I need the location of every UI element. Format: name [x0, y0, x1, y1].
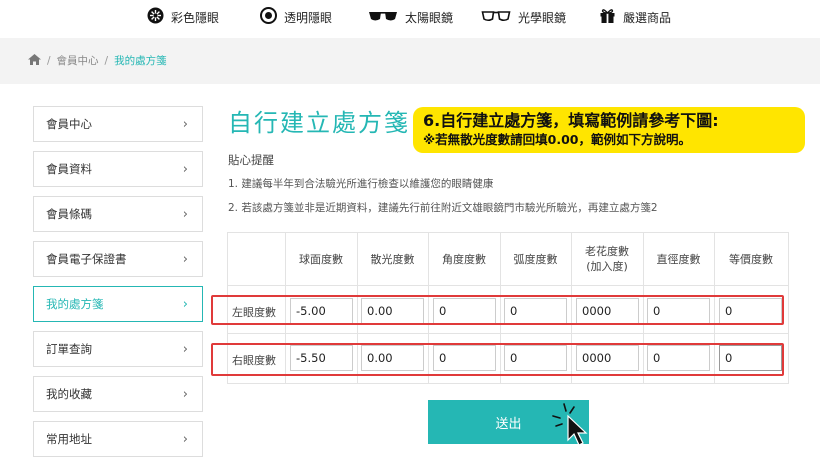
- sidebar-item-label: 訂單查詢: [46, 342, 92, 356]
- home-icon[interactable]: [28, 53, 41, 68]
- sidebar-item-orders[interactable]: 訂單查詢 ›: [33, 331, 203, 367]
- nav-selected-products[interactable]: 嚴選商品: [599, 6, 671, 28]
- header-sphere: 球面度數: [299, 252, 343, 266]
- header-diameter: 直徑度數: [656, 252, 701, 266]
- instruction-callout: 6.自行建立處方箋，填寫範例請參考下圖: ※若無散光度數請回填0.00，範例如下…: [413, 107, 805, 153]
- nav-sunglasses[interactable]: 太陽眼鏡: [368, 6, 453, 28]
- nav-color-lens[interactable]: 彩色隱眼: [147, 6, 219, 28]
- nav-optical-glasses[interactable]: 光學眼鏡: [481, 6, 566, 28]
- page-title: 自行建立處方箋: [228, 109, 410, 137]
- chevron-right-icon: ›: [182, 162, 188, 177]
- tips-title: 貼心提醒: [228, 153, 274, 167]
- color-lens-icon: [147, 7, 164, 27]
- highlight-right-eye-row: [211, 343, 784, 376]
- chevron-right-icon: ›: [182, 207, 188, 222]
- callout-line-2: ※若無散光度數請回填0.00，範例如下方說明。: [423, 132, 691, 147]
- sidebar-item-favorites[interactable]: 我的收藏 ›: [33, 376, 203, 412]
- nav-label: 彩色隱眼: [171, 10, 220, 25]
- tip-1: 1. 建議每半年到合法驗光所進行檢查以維護您的眼睛健康: [228, 178, 494, 190]
- header-equivalent: 等價度數: [729, 252, 773, 266]
- top-nav: 彩色隱眼 透明隱眼 太陽眼鏡 光學眼鏡 嚴選商品: [0, 0, 820, 34]
- nav-label: 嚴選商品: [623, 10, 672, 25]
- sidebar-item-label: 我的處方箋: [46, 297, 104, 311]
- nav-label: 透明隱眼: [284, 10, 333, 25]
- sidebar-item-label: 會員中心: [46, 117, 92, 131]
- chevron-right-icon: ›: [182, 432, 188, 447]
- nav-label: 光學眼鏡: [518, 10, 567, 25]
- header-add-power: 老花度數 (加入度): [585, 245, 629, 273]
- header-base-curve: 弧度度數: [513, 252, 558, 266]
- callout-line-1: 6.自行建立處方箋，填寫範例請參考下圖:: [423, 111, 719, 130]
- chevron-right-icon: ›: [182, 387, 188, 402]
- submit-label: 送出: [495, 415, 522, 431]
- breadcrumb-member-center[interactable]: 會員中心: [57, 53, 99, 68]
- highlight-left-eye-row: [211, 295, 784, 325]
- sidebar-item-label: 會員資料: [46, 162, 92, 176]
- header-axis: 角度度數: [442, 252, 486, 266]
- sunglasses-icon: [368, 9, 398, 26]
- chevron-right-icon: ›: [182, 342, 188, 357]
- sidebar-item-addresses[interactable]: 常用地址 ›: [33, 421, 203, 457]
- sidebar-item-label: 會員電子保證書: [46, 252, 127, 266]
- sidebar-item-label: 會員條碼: [46, 207, 92, 221]
- sidebar-item-prescription[interactable]: 我的處方箋 ›: [33, 286, 203, 322]
- optical-glasses-icon: [481, 9, 511, 26]
- breadcrumb-separator: /: [104, 54, 109, 67]
- sidebar-item-member-center[interactable]: 會員中心 ›: [33, 106, 203, 142]
- pointer-cursor-icon: [548, 402, 596, 452]
- chevron-right-icon: ›: [182, 117, 188, 132]
- chevron-right-icon: ›: [182, 297, 188, 312]
- tip-2: 2. 若該處方箋並非是近期資料，建議先行前往附近文雄眼鏡門市驗光所驗光，再建立處…: [228, 202, 658, 214]
- breadcrumb-bar: / 會員中心 / 我的處方箋: [0, 38, 820, 84]
- chevron-right-icon: ›: [182, 252, 188, 267]
- nav-clear-lens[interactable]: 透明隱眼: [260, 6, 332, 28]
- clear-lens-icon: [260, 7, 277, 27]
- sidebar-item-label: 常用地址: [46, 432, 92, 446]
- nav-label: 太陽眼鏡: [405, 10, 454, 25]
- sidebar-item-label: 我的收藏: [46, 387, 92, 401]
- gift-icon: [599, 7, 616, 27]
- breadcrumb-separator: /: [47, 54, 51, 67]
- sidebar-item-warranty[interactable]: 會員電子保證書 ›: [33, 241, 203, 277]
- header-cylinder: 散光度數: [370, 252, 415, 266]
- breadcrumb: / 會員中心 / 我的處方箋: [28, 53, 167, 68]
- breadcrumb-current: 我的處方箋: [114, 55, 167, 67]
- sidebar-item-member-barcode[interactable]: 會員條碼 ›: [33, 196, 203, 232]
- sidebar-item-member-info[interactable]: 會員資料 ›: [33, 151, 203, 187]
